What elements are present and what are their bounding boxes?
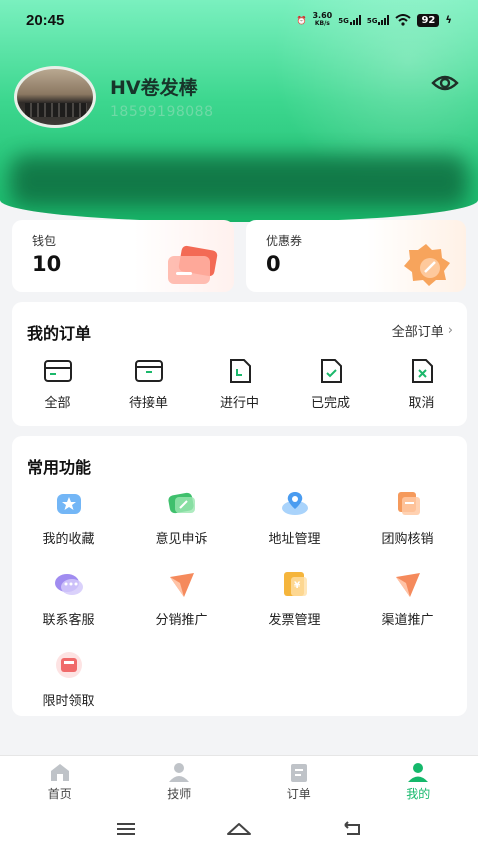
func-address[interactable]: 地址管理 (238, 488, 351, 547)
send-icon (166, 569, 198, 599)
net-speed: 3.60 KB/s (312, 12, 332, 28)
func-label: 意见申诉 (155, 532, 208, 547)
order-tab-all[interactable]: 全部 (12, 358, 103, 411)
feedback-icon (166, 488, 198, 518)
coupon-label: 优惠券 (266, 234, 303, 248)
func-customer-service[interactable]: 联系客服 (12, 569, 125, 628)
signal-2: 5G (367, 15, 390, 25)
common-functions-panel: 常用功能 我的收藏 意见申诉 地址管理 团购核销 联系客服 分销推广 ¥ 发票管… (12, 436, 467, 716)
home-icon (50, 763, 69, 781)
func-channel[interactable]: 渠道推广 (351, 569, 464, 628)
order-tab-completed[interactable]: 已完成 (285, 358, 376, 411)
send-icon (392, 569, 424, 599)
func-label: 渠道推广 (381, 613, 434, 628)
wallet-icon (168, 245, 218, 284)
tab-technician[interactable]: 技师 (120, 756, 240, 807)
order-tab-label: 进行中 (219, 396, 259, 411)
order-tab-label: 全部 (44, 396, 71, 411)
net-speed-unit: KB/s (314, 20, 330, 27)
username[interactable]: HV卷发棒 (110, 73, 198, 100)
func-invoice[interactable]: ¥ 发票管理 (238, 569, 351, 628)
all-orders-link[interactable]: 全部订单 › (392, 321, 453, 340)
signal-bars-icon (349, 15, 361, 25)
net-speed-value: 3.60 (312, 11, 333, 20)
phone-number: 18599198088 (110, 104, 214, 120)
status-time: 20:45 (26, 11, 65, 29)
signal-1-label: 5G (338, 17, 349, 25)
coupon-icon (404, 244, 450, 286)
back-icon[interactable] (341, 820, 363, 837)
func-limited-claim[interactable]: 限时领取 (12, 650, 125, 709)
location-icon (279, 488, 311, 518)
bottom-tab-bar: 首页 技师 订单 我的 (0, 755, 478, 807)
order-tab-label: 取消 (408, 396, 435, 411)
avatar-photo (25, 103, 87, 117)
func-group-buy[interactable]: 团购核销 (351, 488, 464, 547)
tab-label: 技师 (167, 786, 192, 801)
status-icons: ⏰ 3.60 KB/s 5G 5G 92 ϟ (297, 12, 453, 28)
order-tab-label: 待接单 (128, 396, 168, 411)
battery-level: 92 (417, 13, 440, 27)
inbox-icon (134, 360, 163, 382)
func-favorites[interactable]: 我的收藏 (12, 488, 125, 547)
order-tab-cancelled[interactable]: 取消 (376, 358, 467, 411)
func-label: 限时领取 (42, 694, 95, 709)
signal-1: 5G (338, 15, 361, 25)
all-orders-label: 全部订单 (391, 325, 444, 340)
card-icon (43, 360, 72, 382)
svg-text:¥: ¥ (294, 581, 301, 591)
tab-label: 我的 (406, 786, 431, 801)
my-orders-panel: 我的订单 全部订单 › 全部 待接单 进行中 已完成 取消 (12, 302, 467, 426)
func-label: 分销推广 (155, 613, 208, 628)
chat-icon (53, 569, 85, 599)
coupon-card[interactable]: 优惠券 0 (246, 220, 466, 292)
eye-icon[interactable] (430, 70, 460, 96)
func-label: 发票管理 (268, 613, 321, 628)
wifi-icon (395, 14, 412, 26)
system-nav-bar (0, 807, 478, 850)
functions-grid: 我的收藏 意见申诉 地址管理 团购核销 联系客服 分销推广 ¥ 发票管理 渠道推 (12, 488, 467, 709)
gift-icon (53, 650, 85, 680)
home-nav-icon[interactable] (226, 820, 252, 838)
invoice-icon: ¥ (279, 569, 311, 599)
tab-label: 首页 (47, 786, 72, 801)
func-label: 地址管理 (268, 532, 321, 547)
person-icon (169, 762, 190, 782)
tab-orders[interactable]: 订单 (239, 756, 359, 807)
menu-icon[interactable] (115, 821, 137, 837)
avatar[interactable] (14, 66, 96, 128)
user-icon (408, 762, 429, 782)
blurred-banner (10, 155, 468, 207)
func-label: 团购核销 (381, 532, 434, 547)
file-progress-icon (229, 359, 251, 383)
signal-2-label: 5G (366, 17, 378, 25)
func-feedback[interactable]: 意见申诉 (125, 488, 238, 547)
file-cancel-icon (411, 359, 433, 383)
func-label: 联系客服 (42, 613, 95, 628)
order-tab-pending[interactable]: 待接单 (103, 358, 194, 411)
func-label: 我的收藏 (42, 532, 95, 547)
wallet-card[interactable]: 钱包 10 (12, 220, 234, 292)
coupon-icon (392, 488, 424, 518)
chevron-right-icon: › (447, 323, 453, 338)
coupon-value: 0 (266, 252, 281, 276)
clipboard-icon (290, 763, 307, 782)
tab-home[interactable]: 首页 (0, 756, 120, 807)
wallet-value: 10 (32, 252, 62, 276)
status-bar: 20:45 ⏰ 3.60 KB/s 5G 5G 92 ϟ (0, 0, 478, 40)
order-tab-in-progress[interactable]: 进行中 (194, 358, 285, 411)
orders-title: 我的订单 (27, 324, 92, 343)
tab-mine[interactable]: 我的 (359, 756, 478, 807)
star-icon (53, 488, 85, 518)
order-status-row: 全部 待接单 进行中 已完成 取消 (12, 358, 467, 411)
order-tab-label: 已完成 (310, 396, 350, 411)
tab-label: 订单 (286, 786, 311, 801)
charging-icon: ϟ (445, 14, 452, 26)
functions-title: 常用功能 (27, 458, 92, 477)
file-check-icon (320, 359, 342, 383)
signal-bars-icon (378, 15, 390, 25)
wallet-label: 钱包 (32, 234, 57, 248)
func-distribution[interactable]: 分销推广 (125, 569, 238, 628)
alarm-icon: ⏰ (296, 15, 307, 25)
